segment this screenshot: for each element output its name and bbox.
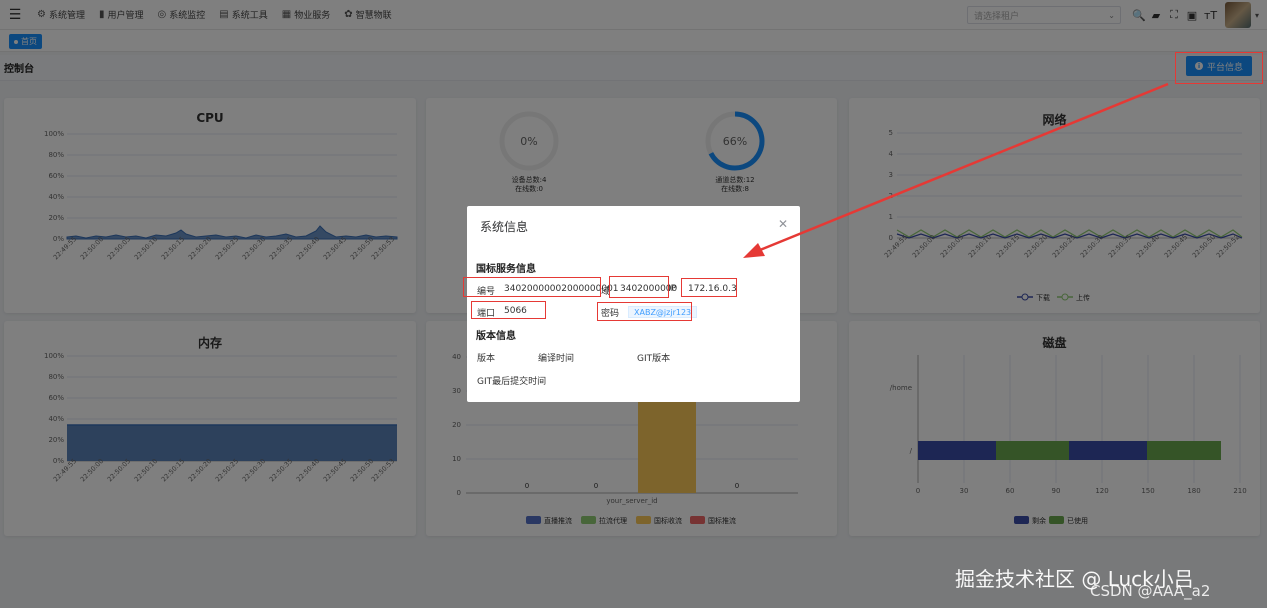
highlight-id	[463, 277, 601, 297]
highlight-ip	[681, 278, 737, 297]
close-icon[interactable]: ✕	[778, 217, 788, 231]
watermark-csdn: CSDN @AAA_a2	[1090, 582, 1211, 600]
git-commit-time-label: GIT最后提交时间	[477, 377, 547, 387]
highlight-domain	[609, 276, 669, 298]
build-time-label: 编译时间	[538, 354, 575, 364]
highlight-info-button	[1175, 52, 1263, 84]
ip-label: IP	[668, 284, 677, 294]
gb-section-title: 国标服务信息	[476, 264, 536, 275]
dialog-title: 系统信息	[480, 220, 529, 234]
version-label: 版本	[477, 354, 496, 364]
git-version-label: GIT版本	[637, 354, 671, 364]
version-section-title: 版本信息	[476, 331, 516, 342]
highlight-password	[597, 302, 692, 321]
highlight-port	[471, 301, 546, 319]
